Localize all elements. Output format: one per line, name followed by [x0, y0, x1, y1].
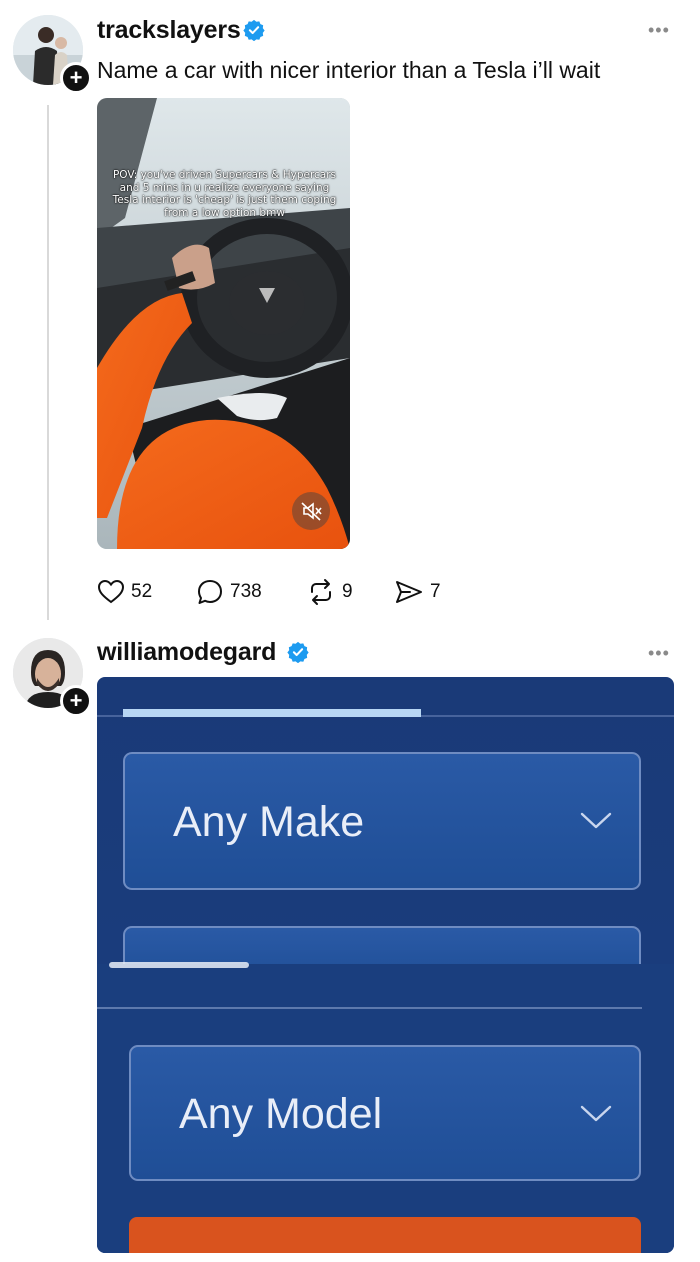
follow-badge[interactable]: +	[60, 685, 92, 717]
mute-button[interactable]	[292, 492, 330, 530]
chevron-down-icon	[580, 1105, 612, 1122]
video-player[interactable]: POV: you've driven Supercars & Hypercars…	[97, 98, 350, 549]
share-count: 7	[430, 581, 441, 602]
comment-button[interactable]: 738	[196, 578, 262, 606]
follow-badge[interactable]: +	[60, 62, 92, 94]
make-select[interactable]: Any Make	[123, 752, 641, 890]
like-count: 52	[131, 581, 153, 602]
share-button[interactable]: 7	[394, 578, 441, 606]
verified-badge-icon	[287, 641, 309, 663]
chevron-down-icon	[580, 812, 612, 829]
username[interactable]: trackslayers	[97, 16, 241, 45]
share-icon	[396, 581, 422, 603]
comment-icon	[198, 580, 222, 604]
heart-icon	[97, 579, 125, 604]
mute-icon	[301, 502, 322, 521]
thread-line	[47, 105, 49, 620]
username[interactable]: williamodegard	[97, 638, 276, 667]
cut-off-heading	[109, 956, 249, 970]
video-frame	[97, 98, 350, 549]
make-select-value: Any Make	[173, 798, 365, 846]
comment-count: 738	[230, 581, 262, 602]
more-icon[interactable]: •••	[648, 20, 670, 41]
model-select[interactable]: Any Model	[129, 1045, 641, 1181]
video-overlay-text: POV: you've driven Supercars & Hypercars…	[112, 169, 337, 219]
like-button[interactable]: 52	[97, 578, 152, 606]
post-caption: Name a car with nicer interior than a Te…	[97, 57, 601, 83]
repost-button[interactable]: 9	[306, 578, 353, 606]
verified-badge-icon	[243, 19, 265, 41]
lower-section: Any Model	[97, 962, 674, 1253]
search-button[interactable]	[129, 1217, 641, 1253]
repost-icon	[311, 579, 331, 605]
attached-screenshot[interactable]: Any Make Any Model	[97, 677, 674, 1253]
progress-fill	[123, 709, 421, 717]
repost-count: 9	[342, 581, 353, 602]
section-divider	[97, 1007, 642, 1009]
more-icon[interactable]: •••	[648, 643, 670, 664]
model-select-value: Any Model	[179, 1090, 383, 1138]
